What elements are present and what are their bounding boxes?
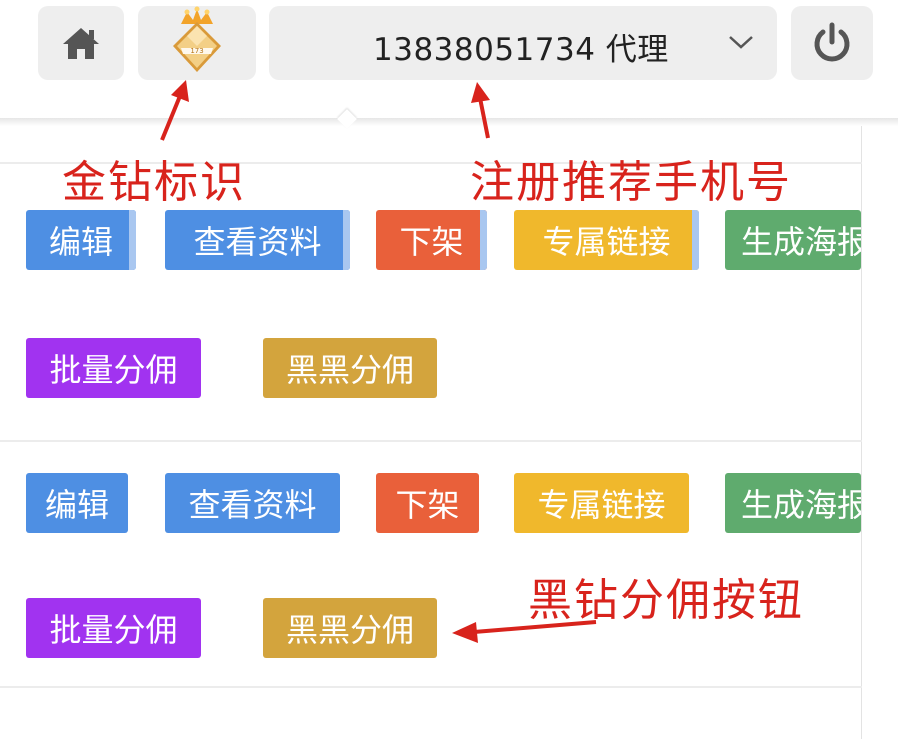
arrow-to-diamond — [160, 80, 189, 141]
arrow-to-phone — [471, 82, 490, 139]
annotation-arrows — [160, 80, 597, 643]
arrow-to-black-button — [452, 620, 597, 643]
